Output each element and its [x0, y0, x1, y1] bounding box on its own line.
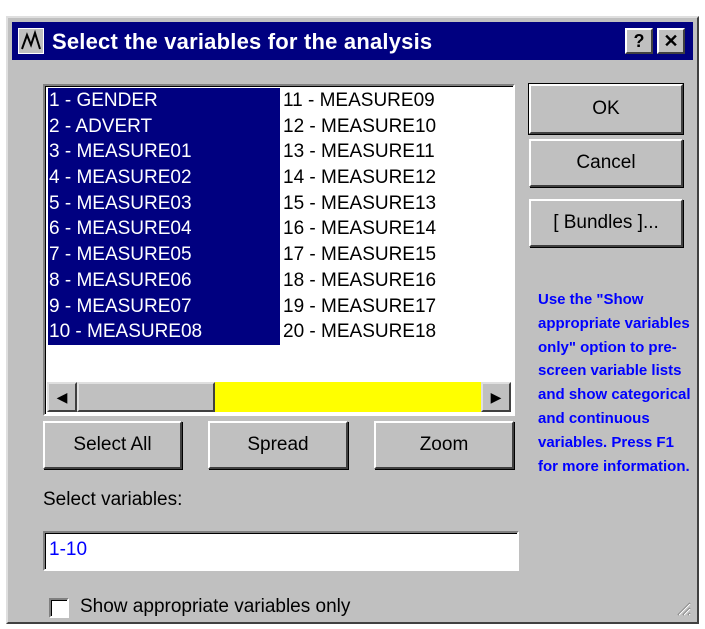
- scroll-thumb[interactable]: [77, 382, 215, 412]
- variable-list-item[interactable]: 9 - MEASURE07: [48, 293, 280, 320]
- variables-dialog: Select the variables for the analysis ? …: [6, 16, 699, 624]
- horizontal-scrollbar[interactable]: ◀ ▶: [47, 382, 511, 412]
- variable-column-2: 11 - MEASURE09 12 - MEASURE10 13 - MEASURE…: [282, 88, 512, 345]
- show-appropriate-checkbox[interactable]: [49, 598, 69, 618]
- cancel-button[interactable]: Cancel: [529, 139, 683, 187]
- variable-list-item[interactable]: 18 - MEASURE16: [282, 268, 512, 294]
- variable-list-item[interactable]: 19 - MEASURE17: [282, 294, 512, 320]
- spread-button[interactable]: Spread: [208, 421, 348, 469]
- variable-list-item[interactable]: 17 - MEASURE15: [282, 242, 512, 268]
- variable-list-item[interactable]: 8 - MEASURE06: [48, 267, 280, 294]
- variable-list-item[interactable]: 5 - MEASURE03: [48, 190, 280, 217]
- variable-list-item[interactable]: 7 - MEASURE05: [48, 242, 280, 268]
- window-title: Select the variables for the analysis: [52, 29, 433, 54]
- hint-text: Use the "Show appropriate variables only…: [538, 291, 691, 475]
- variable-column-1: 1 - GENDER 2 - ADVERT 3 - MEASURE01 4 - MEA…: [48, 88, 280, 345]
- title-bar[interactable]: Select the variables for the analysis ? …: [12, 22, 693, 60]
- scroll-right-button[interactable]: ▶: [481, 382, 511, 412]
- variable-list-item[interactable]: 2 - ADVERT: [48, 113, 280, 140]
- ok-button[interactable]: OK: [528, 83, 684, 135]
- variable-list-item[interactable]: 20 - MEASURE18: [282, 319, 512, 345]
- variable-list-item[interactable]: 4 - MEASURE02: [48, 165, 280, 191]
- variable-list-item[interactable]: 3 - MEASURE01: [48, 139, 280, 166]
- select-all-button[interactable]: Select All: [43, 421, 182, 469]
- variable-list-item[interactable]: 16 - MEASURE14: [282, 216, 512, 242]
- variable-list-item[interactable]: 10 - MEASURE08: [48, 319, 280, 345]
- close-button[interactable]: ✕: [657, 28, 685, 54]
- zoom-button[interactable]: Zoom: [374, 421, 514, 469]
- arrow-right-icon: ▶: [490, 389, 502, 405]
- select-variables-input[interactable]: 1-10: [43, 531, 519, 571]
- variable-list-item[interactable]: 14 - MEASURE12: [282, 165, 512, 191]
- variable-list-item[interactable]: 12 - MEASURE10: [282, 114, 512, 140]
- close-icon: ✕: [663, 31, 679, 51]
- variable-list-item[interactable]: 1 - GENDER: [48, 88, 280, 114]
- variable-list-item[interactable]: 6 - MEASURE04: [48, 216, 280, 243]
- app-icon: [18, 28, 44, 54]
- bundles-button[interactable]: [ Bundles ]...: [529, 199, 683, 247]
- variable-list-item[interactable]: 11 - MEASURE09: [282, 88, 512, 114]
- resize-grip-icon[interactable]: [673, 598, 691, 616]
- variable-list[interactable]: 1 - GENDER 2 - ADVERT 3 - MEASURE01 4 - MEA…: [43, 84, 515, 416]
- arrow-left-icon: ◀: [56, 389, 68, 405]
- scroll-left-button[interactable]: ◀: [47, 382, 77, 412]
- show-appropriate-label[interactable]: Show appropriate variables only: [80, 596, 350, 618]
- help-button[interactable]: ?: [625, 28, 653, 54]
- variable-list-item[interactable]: 13 - MEASURE11: [282, 139, 512, 165]
- select-variables-label: Select variables:: [43, 489, 183, 510]
- variable-list-item[interactable]: 15 - MEASURE13: [282, 191, 512, 217]
